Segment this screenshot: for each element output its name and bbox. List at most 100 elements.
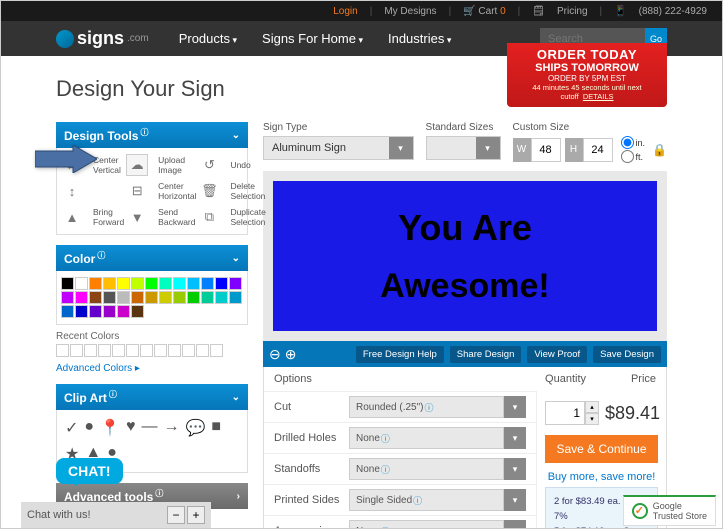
color-swatch[interactable]	[89, 291, 102, 304]
recent-swatch[interactable]	[56, 344, 69, 357]
unit-ft-radio[interactable]	[621, 150, 634, 163]
color-swatch[interactable]	[75, 277, 88, 290]
my-designs-link[interactable]: My Designs	[384, 6, 436, 17]
color-swatch[interactable]	[75, 305, 88, 318]
chevron-down-icon[interactable]: ▾	[476, 137, 500, 159]
chevron-down-icon[interactable]: ▾	[504, 427, 526, 449]
color-swatch[interactable]	[117, 291, 130, 304]
google-trusted-store-badge[interactable]: GoogleTrusted Store	[623, 495, 716, 526]
option-select[interactable]: Noneⓘ▾	[349, 458, 526, 480]
height-input[interactable]	[583, 138, 613, 162]
chevron-down-icon[interactable]: ▾	[504, 489, 526, 511]
duplicate-icon[interactable]: ⧉	[198, 206, 220, 228]
color-swatch[interactable]	[61, 277, 74, 290]
color-swatch[interactable]	[173, 291, 186, 304]
shape-heart-icon[interactable]: ♥	[126, 418, 136, 438]
share-design-button[interactable]: Share Design	[450, 346, 522, 363]
chevron-down-icon[interactable]: ▾	[504, 458, 526, 480]
unit-in-radio[interactable]	[621, 136, 634, 149]
chevron-down-icon[interactable]: ▾	[504, 396, 526, 418]
shape-circle-icon[interactable]: ●	[84, 418, 94, 438]
shape-square-icon[interactable]: ■	[211, 418, 221, 438]
shape-arrow-icon[interactable]: →	[164, 418, 180, 438]
sign-text-line1[interactable]: You Are	[398, 207, 532, 249]
color-swatch[interactable]	[215, 277, 228, 290]
center-horizontal-icon2[interactable]: ⊟	[126, 180, 148, 202]
standard-sizes-select[interactable]: ▾	[426, 136, 501, 160]
color-swatch[interactable]	[145, 291, 158, 304]
color-swatch[interactable]	[215, 291, 228, 304]
shape-speech-icon[interactable]: 💬	[186, 418, 206, 438]
shape-line-icon[interactable]: —	[142, 418, 158, 438]
sign-text-line2[interactable]: Awesome!	[380, 267, 549, 306]
free-design-help-button[interactable]: Free Design Help	[356, 346, 444, 363]
color-swatch[interactable]	[201, 291, 214, 304]
option-select[interactable]: Rounded (.25")ⓘ▾	[349, 396, 526, 418]
color-swatch[interactable]	[117, 305, 130, 318]
color-swatch[interactable]	[187, 291, 200, 304]
option-select[interactable]: Noneⓘ▾	[349, 520, 526, 529]
undo-icon[interactable]: ↺	[198, 154, 220, 176]
color-swatch[interactable]	[187, 277, 200, 290]
color-swatch[interactable]	[103, 291, 116, 304]
logo[interactable]: signs.com	[56, 28, 149, 49]
zoom-in-icon[interactable]: ⊕	[285, 346, 297, 363]
option-select[interactable]: Single Sidedⓘ▾	[349, 489, 526, 511]
buy-more-link[interactable]: Buy more, save more!	[545, 471, 658, 483]
color-swatch[interactable]	[89, 305, 102, 318]
qty-up-button[interactable]: ▴	[585, 401, 599, 413]
design-canvas[interactable]: You Are Awesome!	[263, 171, 667, 341]
color-swatch[interactable]	[61, 305, 74, 318]
chat-minimize-button[interactable]: −	[167, 506, 185, 524]
bring-forward-icon[interactable]: ▲	[61, 206, 83, 228]
color-swatch[interactable]	[75, 291, 88, 304]
shape-pin-icon[interactable]: 📍	[100, 418, 120, 438]
sign-type-select[interactable]: Aluminum Sign▾	[263, 136, 414, 160]
color-swatch[interactable]	[89, 277, 102, 290]
qty-down-button[interactable]: ▾	[585, 413, 599, 425]
nav-industries[interactable]: Industries	[388, 31, 451, 46]
color-swatch[interactable]	[103, 277, 116, 290]
delete-icon[interactable]: 🗑	[198, 180, 220, 202]
save-continue-button[interactable]: Save & Continue	[545, 435, 658, 463]
sign-preview[interactable]: You Are Awesome!	[273, 181, 657, 331]
color-swatch[interactable]	[159, 291, 172, 304]
width-input[interactable]	[531, 138, 561, 162]
advanced-colors-link[interactable]: Advanced Colors ▸	[56, 363, 248, 374]
promo-details-link[interactable]: DETAILS	[583, 92, 614, 101]
panel-clip-art[interactable]: Clip Artⓘ⌄	[56, 384, 248, 410]
color-swatch[interactable]	[131, 277, 144, 290]
cart-icon[interactable]: 🛒 Cart 0	[463, 6, 505, 17]
save-design-button[interactable]: Save Design	[593, 346, 661, 363]
chat-bubble[interactable]: CHAT!	[56, 458, 123, 484]
shape-check-icon[interactable]: ✓	[65, 418, 78, 438]
nav-products[interactable]: Products	[179, 31, 237, 46]
chat-bar[interactable]: Chat with us! − +	[21, 502, 211, 528]
view-proof-button[interactable]: View Proof	[527, 346, 587, 363]
color-swatch[interactable]	[131, 291, 144, 304]
color-swatch[interactable]	[173, 277, 186, 290]
send-backward-icon[interactable]: ▼	[126, 206, 148, 228]
nav-signs-for-home[interactable]: Signs For Home	[262, 31, 363, 46]
color-swatch[interactable]	[61, 291, 74, 304]
zoom-out-icon[interactable]: ⊖	[269, 346, 281, 363]
color-swatch[interactable]	[103, 305, 116, 318]
color-swatch[interactable]	[229, 277, 242, 290]
color-swatch[interactable]	[145, 277, 158, 290]
quantity-input[interactable]	[545, 401, 585, 425]
color-swatch[interactable]	[131, 305, 144, 318]
upload-image-icon[interactable]: ☁	[126, 154, 148, 176]
option-select[interactable]: Noneⓘ▾	[349, 427, 526, 449]
color-swatch[interactable]	[229, 291, 242, 304]
promo-banner[interactable]: ORDER TODAY SHIPS TOMORROW ORDER BY 5PM …	[507, 43, 667, 107]
chevron-down-icon[interactable]: ▾	[389, 137, 413, 159]
login-link[interactable]: Login	[333, 6, 357, 17]
panel-color[interactable]: Colorⓘ⌄	[56, 245, 248, 271]
chevron-down-icon[interactable]: ▾	[504, 520, 526, 529]
color-swatch[interactable]	[117, 277, 130, 290]
center-horizontal-icon[interactable]: ↕	[61, 180, 83, 202]
lock-icon[interactable]: 🔒	[652, 143, 667, 157]
pricing-link[interactable]: Pricing	[557, 6, 588, 17]
chat-expand-button[interactable]: +	[187, 506, 205, 524]
color-swatch[interactable]	[201, 277, 214, 290]
